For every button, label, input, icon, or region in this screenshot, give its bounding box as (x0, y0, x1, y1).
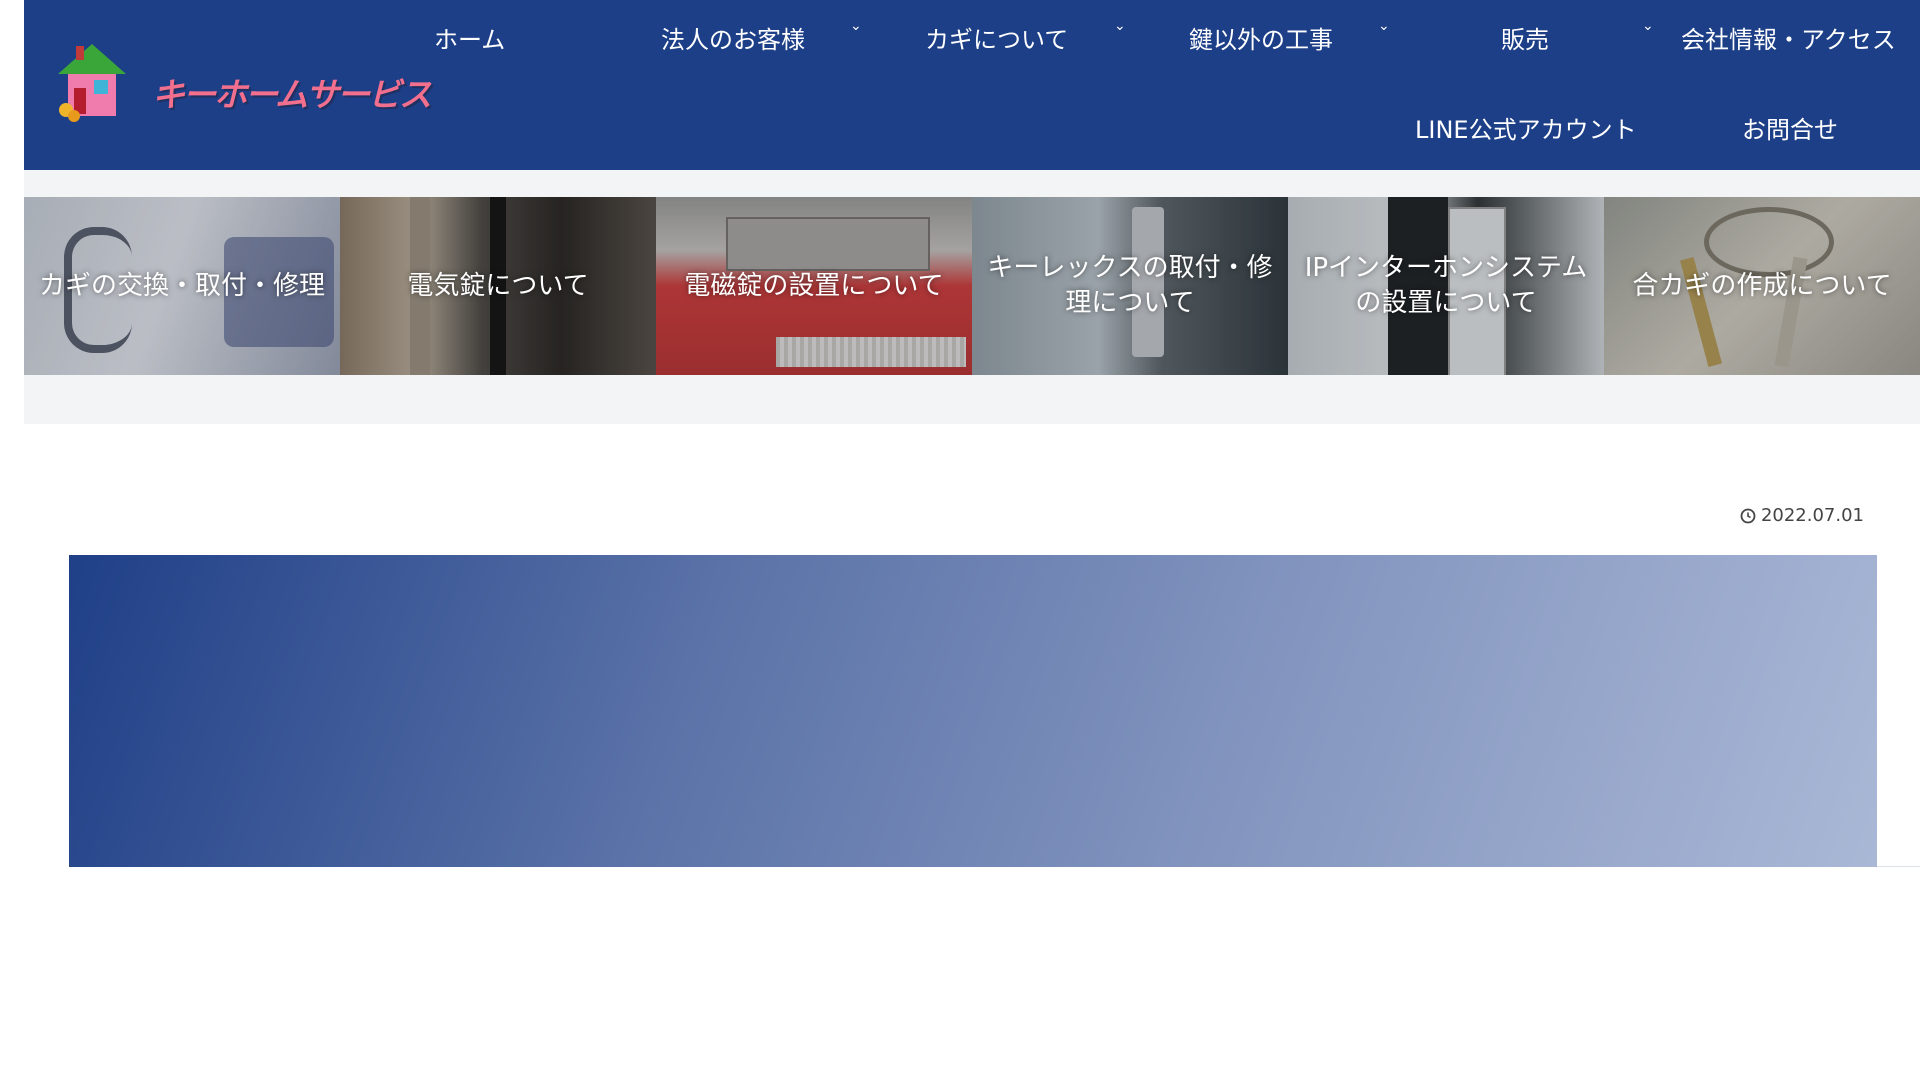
category-label: カギの交換・取付・修理 (38, 270, 325, 301)
category-ip-intercom[interactable]: IPインターホンシステムの設置について (1288, 197, 1604, 375)
nav-line-official[interactable]: LINE公式アカウント (1415, 110, 1637, 145)
chevron-down-icon[interactable]: ⌄ (1378, 18, 1390, 34)
house-logo-icon (58, 44, 126, 122)
category-band: カギの交換・取付・修理 電気錠について 電磁錠の設置について キーレックスの取付… (24, 170, 1920, 424)
site-header: キーホームサービス ホーム 法人のお客様 ⌄ カギについて ⌄ 鍵以外の工事 ⌄… (24, 0, 1920, 170)
chevron-down-icon[interactable]: ⌄ (1642, 18, 1654, 34)
nav-about-keys-label: カギについて (925, 26, 1069, 54)
category-label: 電磁錠の設置について (684, 270, 944, 301)
nav-corporate[interactable]: 法人のお客様 ⌄ (661, 18, 862, 55)
nav-sales[interactable]: 販売 ⌄ (1501, 18, 1654, 55)
nav-other-works[interactable]: 鍵以外の工事 ⌄ (1189, 18, 1390, 55)
category-magnetic-lock[interactable]: 電磁錠の設置について (656, 197, 972, 375)
post-date-text: 2022.07.01 (1760, 505, 1864, 526)
logo-text: キーホームサービス (152, 75, 432, 114)
grille-shape (776, 337, 966, 367)
category-label: IPインターホンシステムの設置について (1304, 253, 1588, 318)
nav-other-works-label: 鍵以外の工事 (1189, 26, 1333, 54)
key-ring-shape (1704, 207, 1834, 277)
nav-contact[interactable]: お問合せ (1742, 110, 1838, 145)
category-keyrex[interactable]: キーレックスの取付・修理について (972, 197, 1288, 375)
nav-sales-label: 販売 (1501, 26, 1549, 54)
page: キーホームサービス ホーム 法人のお客様 ⌄ カギについて ⌄ 鍵以外の工事 ⌄… (24, 0, 1920, 1080)
divider (1877, 866, 1920, 867)
nav-line-official-label: LINE公式アカウント (1415, 116, 1637, 144)
site-logo[interactable]: キーホームサービス (54, 40, 432, 124)
nav-about-keys[interactable]: カギについて ⌄ (925, 18, 1126, 55)
category-label: 電気錠について (407, 270, 589, 301)
category-label: 合カギの作成について (1632, 270, 1892, 301)
category-label: キーレックスの取付・修理について (987, 253, 1273, 318)
category-electric-lock[interactable]: 電気錠について (340, 197, 656, 375)
category-duplicate-key[interactable]: 合カギの作成について (1604, 197, 1920, 375)
featured-image (69, 555, 1877, 867)
nav-home[interactable]: ホーム (434, 20, 505, 55)
nav-corporate-label: 法人のお客様 (661, 26, 805, 54)
category-row: カギの交換・取付・修理 電気錠について 電磁錠の設置について キーレックスの取付… (24, 197, 1920, 375)
nav-home-label: ホーム (434, 26, 506, 54)
nav-company-access[interactable]: 会社情報・アクセス (1681, 20, 1896, 55)
category-key-replacement[interactable]: カギの交換・取付・修理 (24, 197, 340, 375)
clock-icon (1740, 508, 1756, 523)
mag-lock-shape (726, 217, 930, 271)
post-date: 2022.07.01 (1740, 505, 1864, 526)
nav-contact-label: お問合せ (1742, 116, 1838, 144)
nav-company-access-label: 会社情報・アクセス (1681, 26, 1896, 54)
chevron-down-icon[interactable]: ⌄ (1114, 18, 1126, 34)
chevron-down-icon[interactable]: ⌄ (850, 18, 862, 34)
